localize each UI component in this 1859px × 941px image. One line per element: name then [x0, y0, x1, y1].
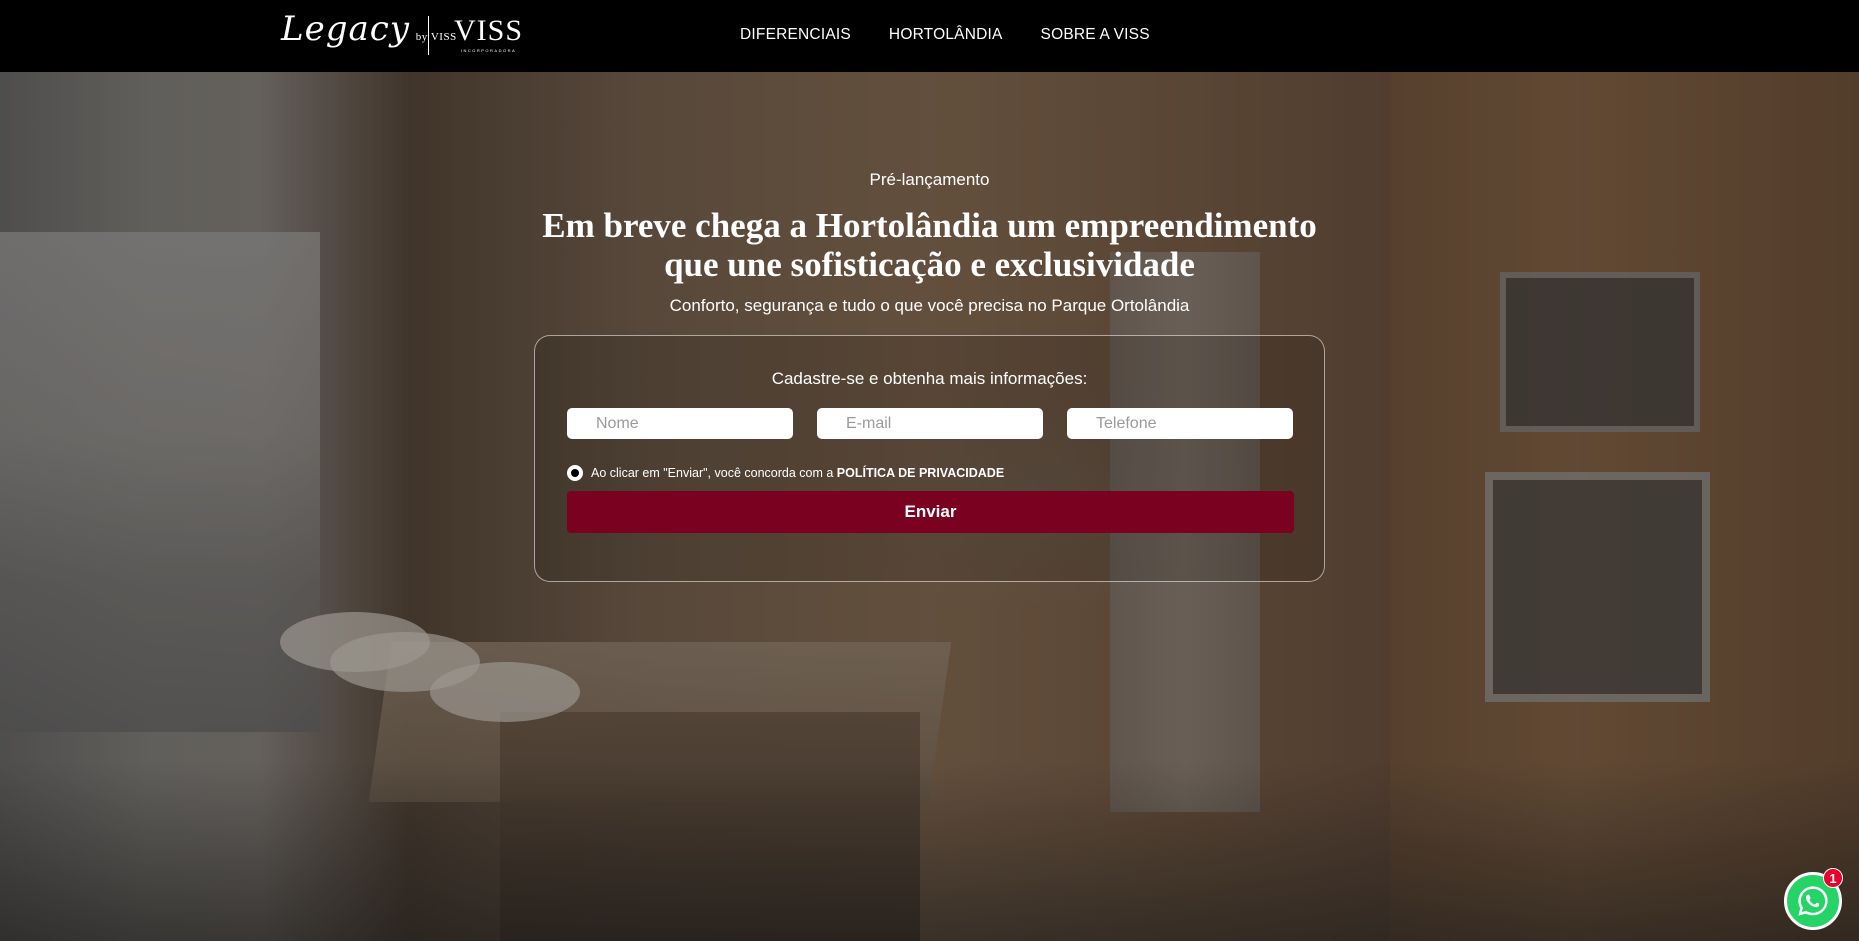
- hero-headline: Em breve chega a Hortolândia um empreend…: [480, 206, 1379, 284]
- viss-logo-subtext: INCORPORADORA: [460, 48, 517, 53]
- nav-hortolandia[interactable]: HORTOLÂNDIA: [889, 26, 1003, 44]
- nav-diferenciais[interactable]: DIFERENCIAIS: [740, 26, 851, 44]
- hero-headline-line1: Em breve chega a Hortolândia um empreend…: [542, 206, 1317, 245]
- nav-sobre-a-viss[interactable]: SOBRE A VISS: [1041, 26, 1150, 44]
- name-field[interactable]: [567, 408, 793, 439]
- logo-divider: [428, 16, 429, 55]
- form-title: Cadastre-se e obtenha mais informações:: [771, 369, 1088, 388]
- whatsapp-button[interactable]: 1: [1784, 868, 1843, 930]
- whatsapp-badge: 1: [1823, 868, 1843, 888]
- legacy-logo-by: by VISS: [415, 31, 457, 43]
- lead-form: Cadastre-se e obtenha mais informações: …: [534, 335, 1325, 582]
- consent-text: Ao clicar em "Enviar", você concorda com…: [591, 466, 1005, 480]
- phone-field[interactable]: [1067, 408, 1293, 439]
- privacy-consent: Ao clicar em "Enviar", você concorda com…: [567, 465, 1004, 481]
- viss-logo[interactable]: VISS INCORPORADORA: [454, 14, 524, 54]
- legacy-logo[interactable]: Legacy by VISS: [281, 12, 457, 46]
- email-field[interactable]: [817, 408, 1043, 439]
- hero-eyebrow: Pré-lançamento: [869, 170, 990, 189]
- legacy-logo-text: Legacy: [281, 9, 410, 49]
- privacy-policy-link[interactable]: POLÍTICA DE PRIVACIDADE: [837, 466, 1004, 480]
- hero-headline-line2: que une sofisticação e exclusividade: [664, 245, 1195, 284]
- viss-logo-text: VISS: [454, 14, 524, 47]
- submit-button[interactable]: Enviar: [567, 491, 1294, 533]
- top-navigation-bar: Legacy by VISS VISS INCORPORADORA DIFERE…: [0, 0, 1859, 72]
- main-nav: DIFERENCIAIS HORTOLÂNDIA SOBRE A VISS: [740, 26, 1150, 44]
- consent-radio[interactable]: [567, 465, 583, 481]
- hero-subline: Conforto, segurança e tudo o que você pr…: [669, 296, 1190, 315]
